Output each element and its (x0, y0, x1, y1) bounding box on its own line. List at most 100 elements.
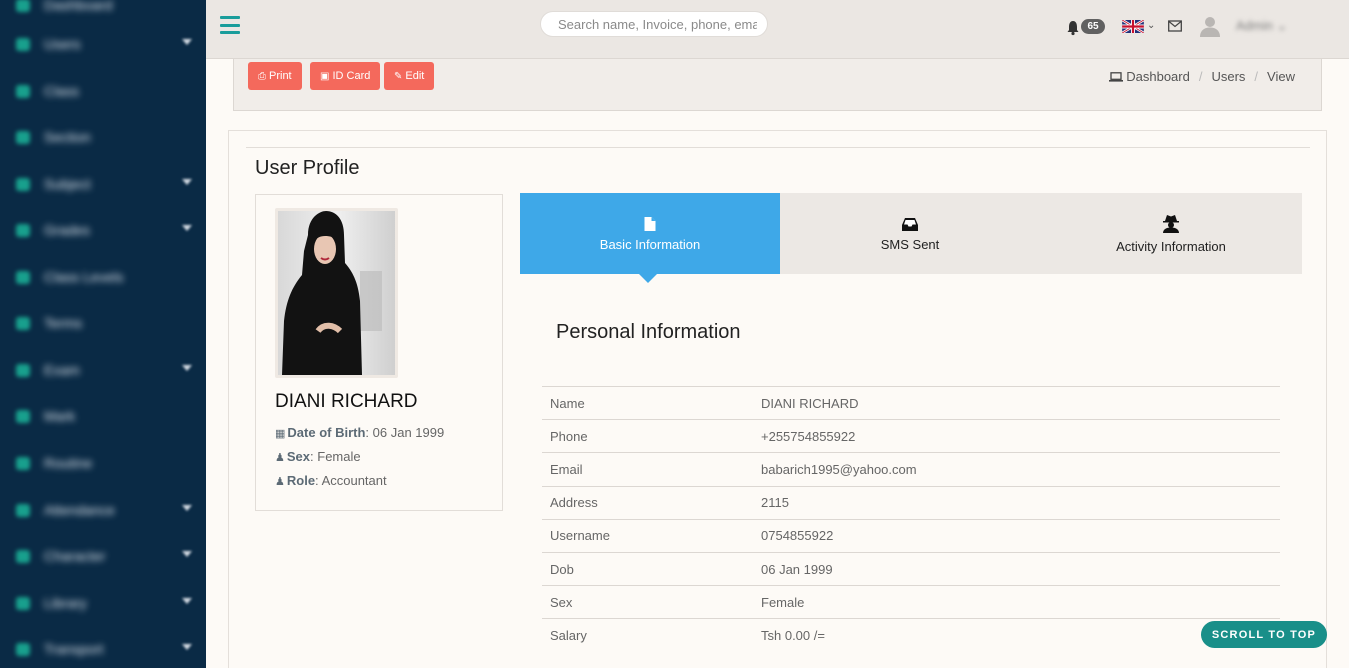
chevron-down-icon (182, 505, 192, 511)
chevron-down-icon (182, 179, 192, 185)
table-row: Dob 06 Jan 1999 (542, 551, 1280, 586)
user-avatar-icon[interactable] (1199, 15, 1221, 37)
edit-button[interactable]: ✎ Edit (384, 62, 435, 90)
sidebar-item-label: Class Levels (44, 269, 124, 285)
field-key: Name (542, 385, 753, 420)
divider (246, 147, 1310, 148)
calendar-icon: ▦ (275, 428, 286, 440)
sidebar-item-label: Character (44, 548, 106, 564)
inbox-icon (902, 218, 918, 231)
scroll-to-top-button[interactable]: SCROLL TO TOP (1201, 621, 1327, 648)
search-input[interactable] (540, 11, 768, 37)
field-key: Address (542, 485, 753, 520)
sidebar-item-label: Routine (44, 455, 93, 471)
sidebar-item-routine[interactable]: Routine (0, 446, 206, 480)
users-icon (16, 37, 30, 51)
page-action-bar: ⎙ Print ▣ ID Card ✎ Edit Dashboard / Use… (233, 59, 1322, 111)
exam-icon (16, 363, 30, 377)
section-icon (16, 130, 30, 144)
table-row: Name DIANI RICHARD (542, 385, 1280, 420)
envelope-icon[interactable] (1168, 20, 1182, 32)
sidebar-item-label: Class (44, 83, 80, 99)
sidebar: Dashboard Users Class Section Subject Gr… (0, 0, 206, 668)
chevron-down-icon[interactable]: ⌄ (1147, 20, 1155, 31)
sidebar-item-label: Exam (44, 362, 80, 378)
sidebar-item-mark[interactable]: Mark (0, 399, 206, 433)
tab-sms-sent[interactable]: SMS Sent (780, 193, 1040, 274)
sidebar-item-label: Mark (44, 408, 76, 424)
profile-sex: ♟ Sex: Female (275, 449, 361, 464)
breadcrumb-dashboard[interactable]: Dashboard (1126, 69, 1190, 84)
field-key: Username (542, 518, 753, 553)
sidebar-item-label: Grades (44, 222, 90, 238)
transport-icon (16, 642, 30, 656)
field-value: babarich1995@yahoo.com (753, 452, 1280, 487)
field-key: Dob (542, 551, 753, 586)
sidebar-item-class-levels[interactable]: Class Levels (0, 260, 206, 294)
profile-dob: ▦ Date of Birth: 06 Jan 1999 (275, 425, 445, 440)
sidebar-item-attendance[interactable]: Attendance (0, 493, 206, 527)
personal-info-table: Name DIANI RICHARD Phone +255754855922 E… (542, 385, 1280, 652)
chevron-down-icon (182, 598, 192, 604)
chevron-down-icon (182, 39, 192, 45)
field-key: Sex (542, 585, 753, 619)
sidebar-item-library[interactable]: Library (0, 586, 206, 620)
table-row: Sex Female (542, 585, 1280, 619)
tab-active-indicator (639, 274, 657, 283)
sidebar-item-subject[interactable]: Subject (0, 167, 206, 201)
edit-icon: ✎ (394, 70, 403, 82)
table-row: Salary Tsh 0.00 /= (542, 618, 1280, 652)
print-icon: ⎙ (258, 70, 266, 82)
file-icon (644, 217, 656, 231)
print-button[interactable]: ⎙ Print (248, 62, 302, 90)
tab-basic-information[interactable]: Basic Information (520, 193, 780, 283)
field-value: Female (753, 585, 1280, 619)
profile-card: DIANI RICHARD ▦ Date of Birth: 06 Jan 199… (255, 194, 503, 511)
uk-flag-icon[interactable] (1122, 20, 1144, 33)
grades-icon (16, 223, 30, 237)
user-profile-panel: User Profile DIANI RICHARD ▦ Date of Bir… (228, 130, 1327, 668)
person-icon: ♟ (275, 476, 285, 488)
breadcrumb: Dashboard / Users / View (1109, 69, 1295, 84)
field-value: +255754855922 (753, 419, 1280, 453)
chevron-down-icon (182, 644, 192, 650)
id-card-button[interactable]: ▣ ID Card (310, 62, 381, 90)
sidebar-item-class[interactable]: Class (0, 74, 206, 108)
sidebar-item-dashboard[interactable]: Dashboard (0, 0, 206, 22)
user-secret-icon (1163, 215, 1179, 233)
chevron-down-icon (182, 365, 192, 371)
library-icon (16, 596, 30, 610)
field-key: Salary (542, 618, 753, 652)
sidebar-item-label: Users (44, 36, 81, 52)
user-menu[interactable]: Admin ⌄ (1236, 18, 1287, 34)
table-row: Email babarich1995@yahoo.com (542, 452, 1280, 487)
sidebar-item-label: Attendance (44, 502, 115, 518)
sidebar-item-exam[interactable]: Exam (0, 353, 206, 387)
sidebar-item-label: Dashboard (44, 0, 113, 13)
section-title: Personal Information (556, 321, 741, 343)
sidebar-item-character[interactable]: Character (0, 539, 206, 573)
routine-icon (16, 456, 30, 470)
sidebar-item-transport[interactable]: Transport (0, 632, 206, 666)
breadcrumb-separator: / (1254, 69, 1259, 84)
sidebar-item-terms[interactable]: Terms (0, 306, 206, 340)
laptop-icon (1109, 71, 1124, 82)
breadcrumb-users[interactable]: Users (1211, 69, 1245, 84)
sidebar-item-users[interactable]: Users (0, 27, 206, 61)
sidebar-item-section[interactable]: Section (0, 120, 206, 154)
notification-count-badge: 65 (1081, 19, 1105, 34)
field-value: DIANI RICHARD (753, 385, 1280, 420)
attendance-icon (16, 503, 30, 517)
field-value: 0754855922 (753, 518, 1280, 553)
field-key: Phone (542, 419, 753, 453)
tab-activity-information[interactable]: Activity Information (1041, 193, 1301, 274)
person-icon: ♟ (275, 452, 285, 464)
table-row: Address 2115 (542, 485, 1280, 520)
chevron-down-icon (182, 225, 192, 231)
class-icon (16, 84, 30, 98)
menu-toggle-icon[interactable] (220, 16, 240, 34)
sidebar-item-grades[interactable]: Grades (0, 213, 206, 247)
sidebar-item-label: Section (44, 129, 91, 145)
sidebar-item-label: Transport (44, 641, 104, 657)
subject-icon (16, 177, 30, 191)
